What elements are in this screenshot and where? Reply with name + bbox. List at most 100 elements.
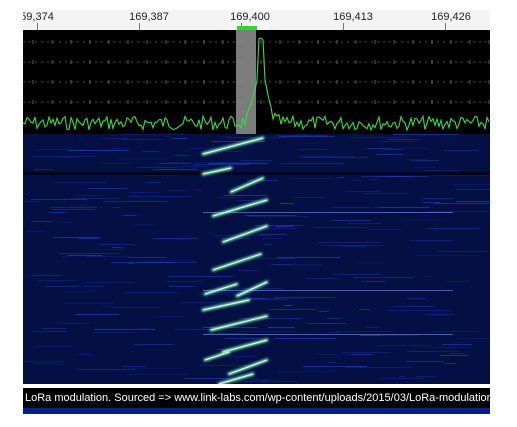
noise-streak	[172, 138, 187, 139]
chirp-core	[212, 253, 262, 271]
noise-streak	[31, 199, 88, 200]
noise-streak	[364, 148, 429, 149]
carrier-line	[203, 290, 453, 291]
noise-streak	[100, 244, 135, 245]
image-caption: LoRa modulation. Sourced => www.link-lab…	[23, 388, 490, 408]
noise-streak	[365, 327, 380, 328]
noise-streak	[415, 167, 436, 168]
waterfall-plot	[23, 134, 490, 384]
noise-streak	[167, 281, 204, 282]
ruler-tick	[37, 23, 38, 30]
noise-streak	[248, 216, 309, 217]
noise-streak	[303, 157, 368, 158]
sdr-receiver-window: 59,374 169,387 169,400 169,413 169,426 L…	[0, 0, 517, 427]
noise-streak	[123, 134, 186, 135]
noise-streak	[332, 207, 371, 208]
noise-streak	[65, 323, 91, 324]
noise-streak	[227, 151, 243, 152]
noise-streak	[76, 195, 102, 196]
noise-streak	[381, 378, 424, 379]
noise-streak	[237, 200, 260, 201]
noise-streak	[362, 281, 387, 282]
spectrum-display[interactable]	[23, 30, 490, 134]
noise-streak	[416, 376, 436, 377]
noise-streak	[64, 303, 114, 304]
noise-streak	[55, 182, 108, 183]
noise-streak	[212, 141, 266, 142]
chirp-core	[222, 339, 268, 353]
noise-streak	[103, 138, 127, 139]
noise-streak	[379, 207, 431, 208]
waterfall-display[interactable]	[23, 134, 490, 384]
noise-streak	[383, 149, 404, 150]
noise-streak	[49, 212, 67, 213]
noise-streak	[422, 202, 440, 203]
noise-streak	[337, 177, 344, 178]
noise-streak	[353, 277, 414, 278]
noise-streak	[79, 354, 92, 355]
noise-streak	[451, 342, 468, 343]
noise-streak	[188, 166, 210, 167]
noise-streak	[62, 157, 73, 158]
chirp-core	[202, 299, 250, 311]
gap-band	[23, 172, 490, 173]
noise-streak	[86, 256, 131, 257]
noise-streak	[128, 263, 135, 264]
noise-streak	[303, 366, 368, 367]
noise-streak	[130, 195, 140, 196]
noise-streak	[207, 333, 247, 334]
noise-streak	[290, 178, 335, 179]
noise-streak	[101, 163, 131, 164]
noise-streak	[216, 162, 254, 163]
noise-streak	[174, 329, 216, 330]
noise-streak	[38, 280, 76, 281]
noise-streak	[146, 182, 162, 183]
ruler-tick	[139, 23, 140, 30]
noise-streak	[159, 163, 191, 164]
noise-streak	[53, 237, 101, 238]
noise-streak	[410, 240, 453, 241]
noise-streak	[137, 167, 178, 168]
noise-streak	[345, 191, 381, 192]
noise-streak	[238, 381, 268, 382]
noise-streak	[411, 351, 460, 352]
noise-streak	[122, 139, 162, 140]
noise-streak	[291, 265, 321, 266]
noise-streak	[407, 298, 427, 299]
carrier-line	[203, 212, 453, 213]
noise-streak	[35, 149, 85, 150]
noise-streak	[86, 282, 133, 283]
noise-streak	[366, 176, 376, 177]
noise-streak	[128, 196, 191, 197]
noise-streak	[153, 238, 198, 239]
noise-streak	[241, 160, 273, 161]
noise-streak	[407, 159, 427, 160]
noise-streak	[133, 344, 175, 345]
noise-streak	[71, 198, 119, 199]
noise-streak	[35, 346, 74, 347]
noise-streak	[261, 238, 282, 239]
noise-streak	[309, 323, 347, 324]
noise-streak	[305, 278, 337, 279]
noise-streak	[314, 227, 368, 228]
noise-streak	[269, 309, 317, 310]
noise-streak	[433, 230, 440, 231]
noise-streak	[237, 270, 260, 271]
noise-streak	[131, 368, 183, 369]
frequency-label: 169,387	[129, 11, 169, 23]
noise-streak	[257, 258, 295, 259]
noise-streak	[348, 223, 382, 224]
noise-streak	[264, 244, 272, 245]
noise-streak	[123, 366, 148, 367]
noise-streak	[405, 361, 444, 362]
noise-streak	[142, 151, 159, 152]
noise-streak	[268, 327, 295, 328]
noise-streak	[23, 361, 64, 362]
noise-streak	[437, 251, 488, 252]
noise-streak	[116, 158, 170, 159]
noise-streak	[277, 135, 330, 136]
noise-streak	[158, 316, 185, 317]
noise-streak	[83, 286, 105, 287]
noise-streak	[411, 160, 440, 161]
frequency-label: 169,426	[431, 11, 471, 23]
